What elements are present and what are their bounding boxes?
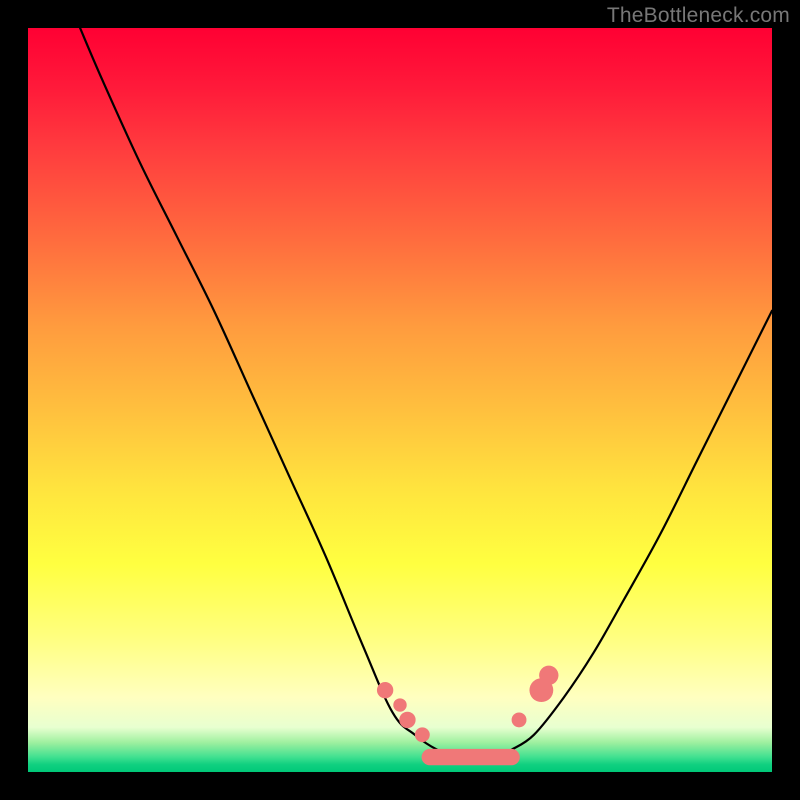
watermark-text: TheBottleneck.com <box>607 4 790 28</box>
plot-area <box>28 28 772 772</box>
marker-group <box>377 666 559 743</box>
left-dot-4 <box>415 727 430 742</box>
curve-left-curve <box>80 28 459 757</box>
curve-group <box>80 28 772 757</box>
left-dot-3 <box>393 698 406 711</box>
right-blob-hi2 <box>539 666 558 685</box>
chart-frame: TheBottleneck.com <box>0 0 800 800</box>
left-dot-1 <box>377 682 393 698</box>
left-dot-2 <box>399 712 415 728</box>
chart-svg <box>28 28 772 772</box>
right-dot-1 <box>512 712 527 727</box>
